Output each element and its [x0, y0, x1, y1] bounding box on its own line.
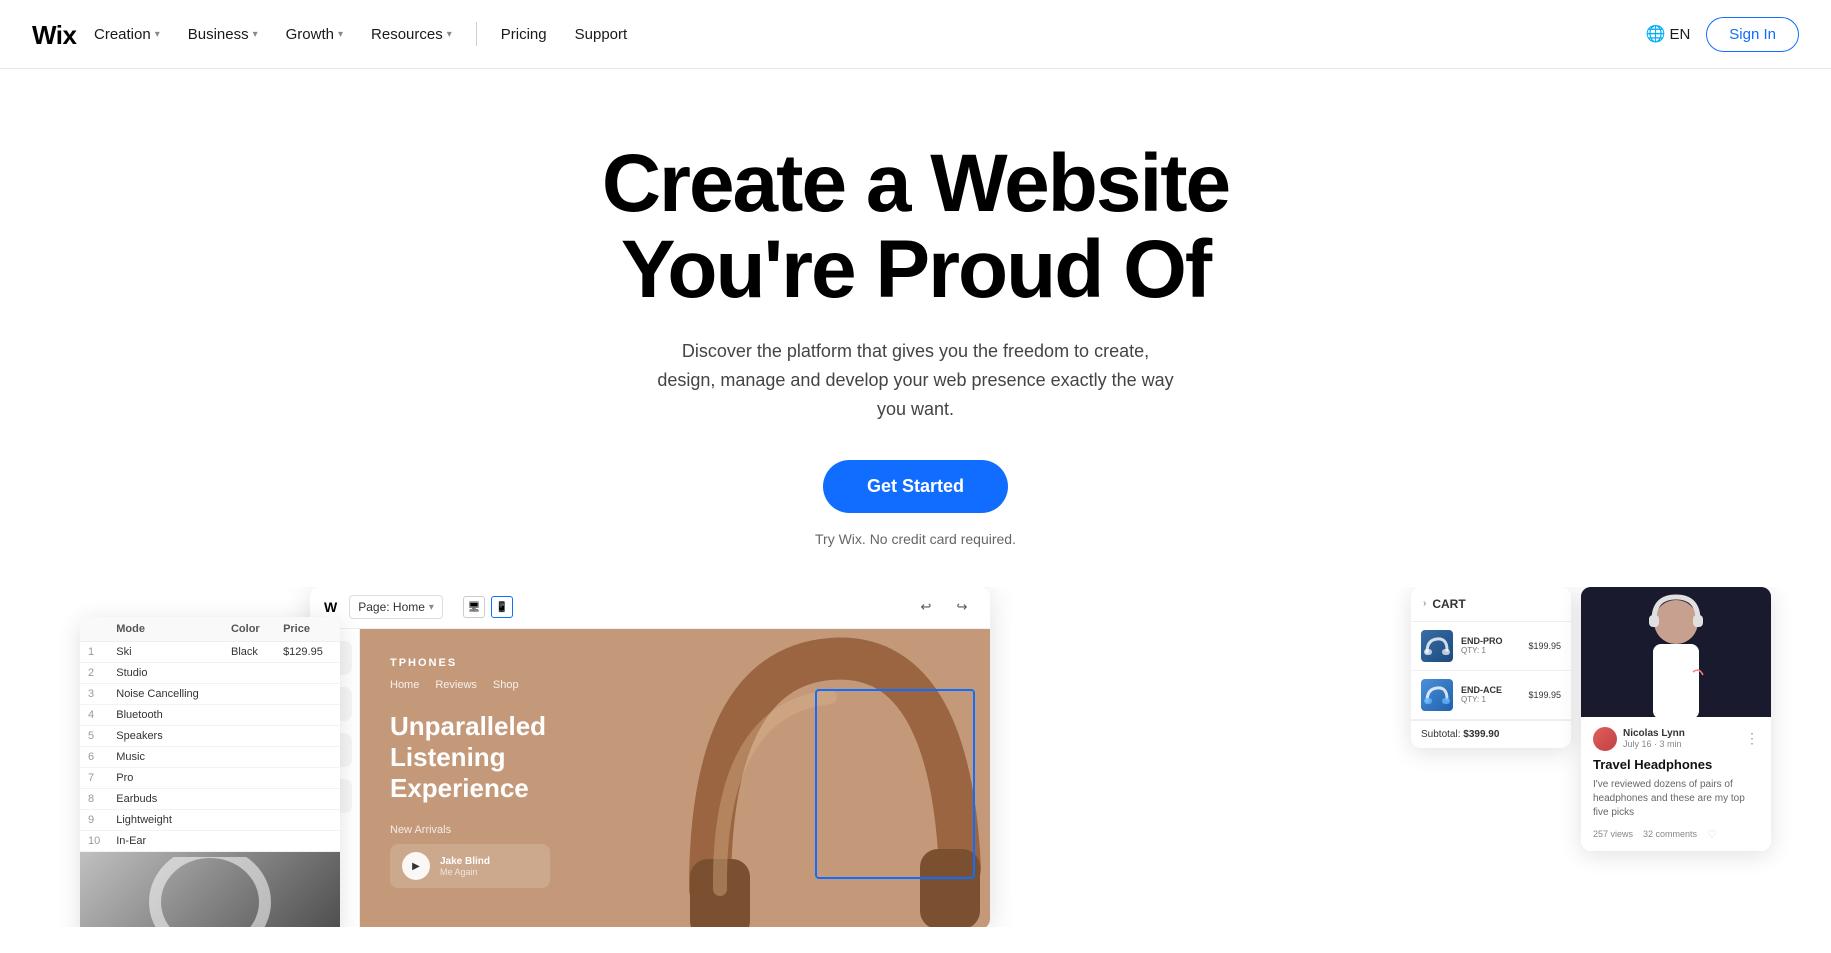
desktop-view-icon[interactable]: 🖥	[463, 596, 485, 618]
nav-item-business[interactable]: Business ▾	[176, 18, 270, 51]
selection-box	[815, 689, 975, 879]
cart-header: › CART	[1411, 587, 1571, 622]
hero-note: Try Wix. No credit card required.	[20, 531, 1811, 547]
cart-item-name-2: END-ACE	[1461, 685, 1520, 695]
more-options-icon[interactable]: ⋮	[1745, 730, 1759, 747]
table-row: 2 Studio	[80, 662, 340, 683]
blog-author-avatar	[1593, 727, 1617, 751]
redo-button[interactable]: ↪	[948, 593, 976, 621]
table-row: 6 Music	[80, 746, 340, 767]
blog-comments: 32 comments	[1643, 829, 1697, 839]
blog-date: July 16 · 3 min	[1623, 739, 1739, 749]
blog-content: Nicolas Lynn July 16 · 3 min ⋮ Travel He…	[1581, 717, 1771, 851]
table-row: 4 Bluetooth	[80, 704, 340, 725]
table-row: 3 Noise Cancelling	[80, 683, 340, 704]
play-button[interactable]: ▶	[402, 852, 430, 880]
editor-canvas: ＋ ⊞ ↑ ≡ TPHONES Home Reviews Shop Unpara…	[310, 629, 990, 927]
page-selector[interactable]: Page: Home ▾	[349, 595, 443, 619]
table-row: 10 In-Ear	[80, 830, 340, 851]
hero-section: Create a Website You're Proud Of Discove…	[0, 69, 1831, 587]
chevron-down-icon: ▾	[338, 29, 343, 40]
nav-right: 🌐 EN Sign In	[1646, 17, 1799, 52]
cart-item-info-1: END-PRO QTY: 1	[1461, 636, 1520, 655]
editor-content: TPHONES Home Reviews Shop Unparalleled L…	[360, 629, 990, 927]
navbar: Wix Creation ▾ Business ▾ Growth ▾ Resou…	[0, 0, 1831, 69]
cart-title: CART	[1432, 597, 1465, 611]
hero-subtitle: Discover the platform that gives you the…	[656, 337, 1176, 423]
svg-text:Wix: Wix	[32, 20, 78, 48]
editor-panel: W Page: Home ▾ 🖥 📱 ↩ ↪ ＋ ⊞ ↑ ≡	[310, 587, 990, 927]
nav-item-resources[interactable]: Resources ▾	[359, 18, 464, 51]
nav-item-support[interactable]: Support	[563, 18, 640, 51]
product-image	[80, 852, 340, 927]
blog-post-excerpt: I've reviewed dozens of pairs of headpho…	[1593, 778, 1759, 820]
heart-icon[interactable]: ♡	[1707, 828, 1717, 841]
nav-links: Creation ▾ Business ▾ Growth ▾ Resources…	[82, 18, 1646, 51]
mobile-view-icon[interactable]: 📱	[491, 596, 513, 618]
mockup-area: Mode Color Price 1 Ski Black $129.95 2 S…	[0, 587, 1831, 927]
blog-author-row: Nicolas Lynn July 16 · 3 min ⋮	[1593, 727, 1759, 751]
blog-author-name: Nicolas Lynn	[1623, 728, 1739, 739]
blog-panel: Nicolas Lynn July 16 · 3 min ⋮ Travel He…	[1581, 587, 1771, 851]
cart-item-qty-2: QTY: 1	[1461, 695, 1520, 704]
nav-item-pricing[interactable]: Pricing	[489, 18, 559, 51]
blog-cover-image	[1581, 587, 1771, 717]
cart-item-qty-1: QTY: 1	[1461, 646, 1520, 655]
cart-item-name-1: END-PRO	[1461, 636, 1520, 646]
undo-button[interactable]: ↩	[912, 593, 940, 621]
editor-toolbar: W Page: Home ▾ 🖥 📱 ↩ ↪	[310, 587, 990, 629]
table-row: 5 Speakers	[80, 725, 340, 746]
chevron-down-icon: ▾	[447, 29, 452, 40]
col-price: Price	[275, 617, 340, 642]
blog-post-title: Travel Headphones	[1593, 757, 1759, 772]
sign-in-button[interactable]: Sign In	[1706, 17, 1799, 52]
col-color: Color	[223, 617, 275, 642]
wix-logo[interactable]: Wix	[32, 20, 82, 48]
cart-item-price-2: $199.95	[1528, 690, 1561, 700]
col-mode: Mode	[108, 617, 223, 642]
track-title: Jake Blind	[440, 856, 490, 867]
col-num	[80, 617, 108, 642]
table-row: 8 Earbuds	[80, 788, 340, 809]
blog-views: 257 views	[1593, 829, 1633, 839]
editor-actions: ↩ ↪	[912, 593, 976, 621]
cart-item-2: END-ACE QTY: 1 $199.95	[1411, 671, 1571, 720]
globe-icon: 🌐	[1646, 24, 1666, 44]
cart-subtotal: Subtotal: $399.90	[1411, 720, 1571, 748]
headphone-illustration	[650, 629, 990, 927]
cart-item-info-2: END-ACE QTY: 1	[1461, 685, 1520, 704]
table-row: 1 Ski Black $129.95	[80, 641, 340, 662]
editor-wix-logo: W	[324, 599, 337, 615]
cart-item-1: END-PRO QTY: 1 $199.95	[1411, 622, 1571, 671]
cart-panel: › CART END-PRO QTY: 1 $199.95	[1411, 587, 1571, 748]
chevron-down-icon: ▾	[429, 602, 434, 613]
get-started-button[interactable]: Get Started	[823, 460, 1008, 513]
chevron-down-icon: ▾	[253, 29, 258, 40]
hero-title: Create a Website You're Proud Of	[516, 141, 1316, 313]
track-artist: Me Again	[440, 867, 490, 877]
blog-stats: 257 views 32 comments ♡	[1593, 828, 1759, 841]
blog-author-info: Nicolas Lynn July 16 · 3 min	[1623, 728, 1739, 749]
cart-item-image-2	[1421, 679, 1453, 711]
product-table: Mode Color Price 1 Ski Black $129.95 2 S…	[80, 617, 340, 852]
music-card: ▶ Jake Blind Me Again	[390, 844, 550, 888]
table-row: 7 Pro	[80, 767, 340, 788]
track-info: Jake Blind Me Again	[440, 856, 490, 877]
language-selector[interactable]: 🌐 EN	[1646, 24, 1691, 44]
nav-divider	[476, 22, 477, 46]
chevron-down-icon: ▾	[155, 29, 160, 40]
nav-item-growth[interactable]: Growth ▾	[274, 18, 355, 51]
chevron-right-icon: ›	[1423, 598, 1426, 609]
table-row: 9 Lightweight	[80, 809, 340, 830]
cart-item-image-1	[1421, 630, 1453, 662]
nav-item-creation[interactable]: Creation ▾	[82, 18, 172, 51]
site-headline: Unparalleled Listening Experience	[390, 711, 590, 805]
cart-item-price-1: $199.95	[1528, 641, 1561, 651]
table-panel: Mode Color Price 1 Ski Black $129.95 2 S…	[80, 617, 340, 927]
